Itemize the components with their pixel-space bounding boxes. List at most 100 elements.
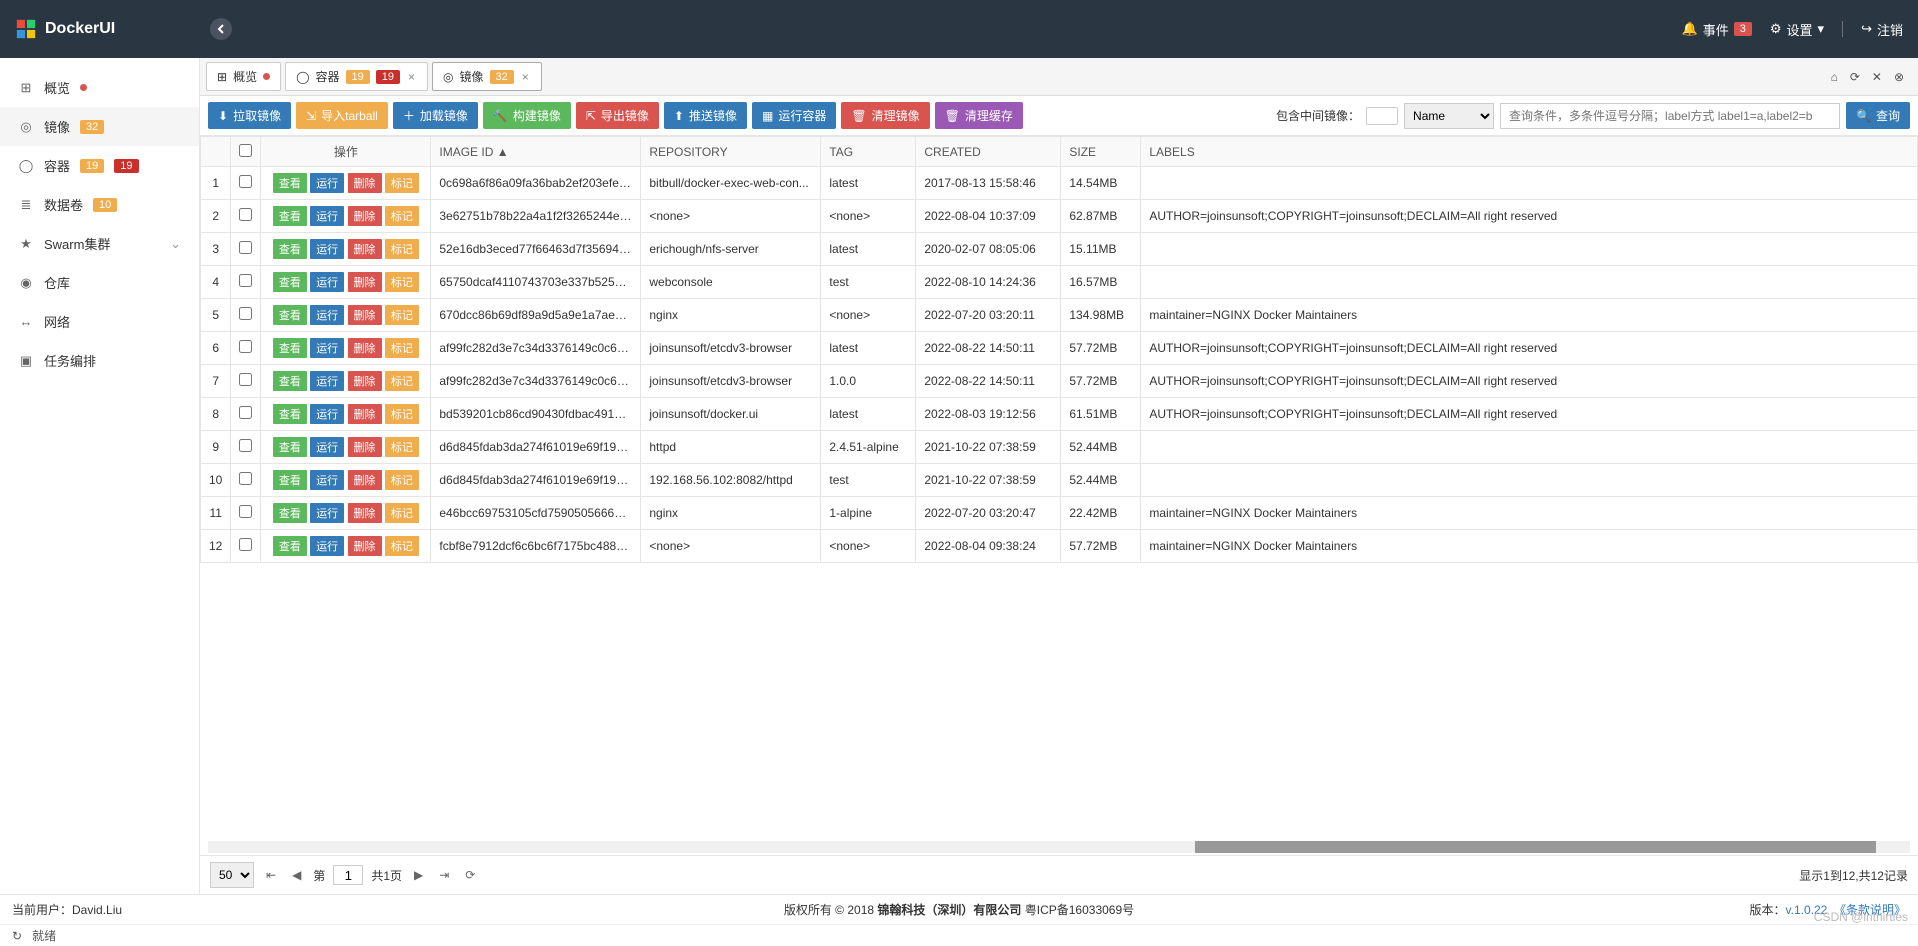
view-button[interactable]: 查看 xyxy=(273,536,307,556)
clean-cache-button[interactable]: 🗑清理缓存 xyxy=(935,102,1023,129)
tag-button[interactable]: 标记 xyxy=(385,404,419,424)
select-all-checkbox[interactable] xyxy=(239,144,252,157)
push-image-button[interactable]: ⬆推送镜像 xyxy=(664,102,747,129)
first-page-button[interactable]: ⇤ xyxy=(262,866,280,884)
import-tarball-button[interactable]: ⇲导入tarball xyxy=(296,102,388,129)
reload-button[interactable]: ⟳ xyxy=(461,866,479,884)
run-button[interactable]: 运行 xyxy=(310,173,344,193)
tag-button[interactable]: 标记 xyxy=(385,206,419,226)
sidebar-item-仓库[interactable]: ◉仓库 xyxy=(0,263,199,302)
delete-button[interactable]: 删除 xyxy=(348,272,382,292)
tag-button[interactable]: 标记 xyxy=(385,239,419,259)
delete-button[interactable]: 删除 xyxy=(348,371,382,391)
col-image-id[interactable]: IMAGE ID ▲ xyxy=(431,137,641,167)
run-button[interactable]: 运行 xyxy=(310,206,344,226)
sidebar-item-数据卷[interactable]: ≣数据卷10 xyxy=(0,185,199,224)
row-checkbox[interactable] xyxy=(239,472,252,485)
run-button[interactable]: 运行 xyxy=(310,536,344,556)
filter-field-select[interactable]: Name xyxy=(1404,103,1494,129)
view-button[interactable]: 查看 xyxy=(273,437,307,457)
tag-button[interactable]: 标记 xyxy=(385,536,419,556)
sidebar-item-镜像[interactable]: ◎镜像32 xyxy=(0,107,199,146)
sidebar-item-Swarm集群[interactable]: ★Swarm集群⌄ xyxy=(0,224,199,263)
delete-button[interactable]: 删除 xyxy=(348,239,382,259)
table-row[interactable]: 3 查看 运行 删除 标记 52e16db3eced77f66463d7f356… xyxy=(201,233,1918,266)
run-button[interactable]: 运行 xyxy=(310,470,344,490)
table-row[interactable]: 5 查看 运行 删除 标记 670dcc86b69df89a9d5a9e1a7a… xyxy=(201,299,1918,332)
scrollbar-thumb[interactable] xyxy=(1195,841,1876,853)
delete-button[interactable]: 删除 xyxy=(348,173,382,193)
sidebar-item-网络[interactable]: ↔网络 xyxy=(0,302,199,341)
col-ops[interactable]: 操作 xyxy=(261,137,431,167)
delete-button[interactable]: 删除 xyxy=(348,305,382,325)
run-button[interactable]: 运行 xyxy=(310,338,344,358)
refresh-icon[interactable]: ⟳ xyxy=(1850,70,1860,84)
table-wrap[interactable]: 操作 IMAGE ID ▲ REPOSITORY TAG CREATED SIZ… xyxy=(200,136,1918,841)
view-button[interactable]: 查看 xyxy=(273,305,307,325)
run-button[interactable]: 运行 xyxy=(310,503,344,523)
table-row[interactable]: 12 查看 运行 删除 标记 fcbf8e7912dcf6c6bc6f7175b… xyxy=(201,530,1918,563)
back-button[interactable] xyxy=(210,18,232,40)
clean-image-button[interactable]: 🗑清理镜像 xyxy=(841,102,929,129)
tab-容器[interactable]: ◯容器1919× xyxy=(285,62,428,91)
horizontal-scrollbar[interactable] xyxy=(208,841,1910,853)
delete-button[interactable]: 删除 xyxy=(348,470,382,490)
tag-button[interactable]: 标记 xyxy=(385,470,419,490)
row-checkbox[interactable] xyxy=(239,538,252,551)
col-tag[interactable]: TAG xyxy=(821,137,916,167)
sidebar-item-容器[interactable]: ◯容器1919 xyxy=(0,146,199,185)
row-checkbox[interactable] xyxy=(239,208,252,221)
view-button[interactable]: 查看 xyxy=(273,338,307,358)
sidebar-item-概览[interactable]: ⊞概览 xyxy=(0,68,199,107)
table-row[interactable]: 4 查看 运行 删除 标记 65750dcaf4110743703e337b52… xyxy=(201,266,1918,299)
include-mid-toggle[interactable] xyxy=(1366,107,1398,125)
table-row[interactable]: 7 查看 运行 删除 标记 af99fc282d3e7c34d3376149c0… xyxy=(201,365,1918,398)
col-repository[interactable]: REPOSITORY xyxy=(641,137,821,167)
view-button[interactable]: 查看 xyxy=(273,173,307,193)
view-button[interactable]: 查看 xyxy=(273,470,307,490)
view-button[interactable]: 查看 xyxy=(273,206,307,226)
table-row[interactable]: 10 查看 运行 删除 标记 d6d845fdab3da274f61019e69… xyxy=(201,464,1918,497)
last-page-button[interactable]: ⇥ xyxy=(435,866,453,884)
build-image-button[interactable]: 🔨构建镜像 xyxy=(483,102,571,129)
tag-button[interactable]: 标记 xyxy=(385,338,419,358)
export-image-button[interactable]: ⇱导出镜像 xyxy=(576,102,659,129)
run-button[interactable]: 运行 xyxy=(310,404,344,424)
events-button[interactable]: 🔔 事件 3 xyxy=(1682,20,1752,39)
delete-button[interactable]: 删除 xyxy=(348,338,382,358)
home-icon[interactable]: ⌂ xyxy=(1831,70,1838,84)
row-checkbox[interactable] xyxy=(239,307,252,320)
table-row[interactable]: 8 查看 运行 删除 标记 bd539201cb86cd90430fdbac49… xyxy=(201,398,1918,431)
col-labels[interactable]: LABELS xyxy=(1141,137,1918,167)
col-created[interactable]: CREATED xyxy=(916,137,1061,167)
tab-close-icon[interactable]: × xyxy=(406,70,417,84)
pull-image-button[interactable]: ⬇拉取镜像 xyxy=(208,102,291,129)
row-checkbox[interactable] xyxy=(239,175,252,188)
close-tab-icon[interactable]: ✕ xyxy=(1872,70,1882,84)
page-size-select[interactable]: 50 xyxy=(210,862,254,888)
table-row[interactable]: 1 查看 运行 删除 标记 0c698a6f86a09fa36bab2ef203… xyxy=(201,167,1918,200)
load-image-button[interactable]: ＋加载镜像 xyxy=(393,102,478,129)
delete-button[interactable]: 删除 xyxy=(348,404,382,424)
delete-button[interactable]: 删除 xyxy=(348,437,382,457)
delete-button[interactable]: 删除 xyxy=(348,206,382,226)
row-checkbox[interactable] xyxy=(239,274,252,287)
tab-概览[interactable]: ⊞概览 xyxy=(206,62,281,91)
delete-button[interactable]: 删除 xyxy=(348,536,382,556)
view-button[interactable]: 查看 xyxy=(273,371,307,391)
run-button[interactable]: 运行 xyxy=(310,305,344,325)
col-size[interactable]: SIZE xyxy=(1061,137,1141,167)
table-row[interactable]: 2 查看 运行 删除 标记 3e62751b78b22a4a1f2f326524… xyxy=(201,200,1918,233)
tag-button[interactable]: 标记 xyxy=(385,272,419,292)
row-checkbox[interactable] xyxy=(239,241,252,254)
next-page-button[interactable]: ▶ xyxy=(410,866,427,884)
prev-page-button[interactable]: ◀ xyxy=(288,866,305,884)
run-button[interactable]: 运行 xyxy=(310,239,344,259)
search-button[interactable]: 🔍查询 xyxy=(1846,102,1910,129)
row-checkbox[interactable] xyxy=(239,505,252,518)
logout-button[interactable]: ↪ 注销 xyxy=(1861,20,1903,39)
view-button[interactable]: 查看 xyxy=(273,239,307,259)
tag-button[interactable]: 标记 xyxy=(385,437,419,457)
table-row[interactable]: 6 查看 运行 删除 标记 af99fc282d3e7c34d3376149c0… xyxy=(201,332,1918,365)
tab-close-icon[interactable]: × xyxy=(520,70,531,84)
